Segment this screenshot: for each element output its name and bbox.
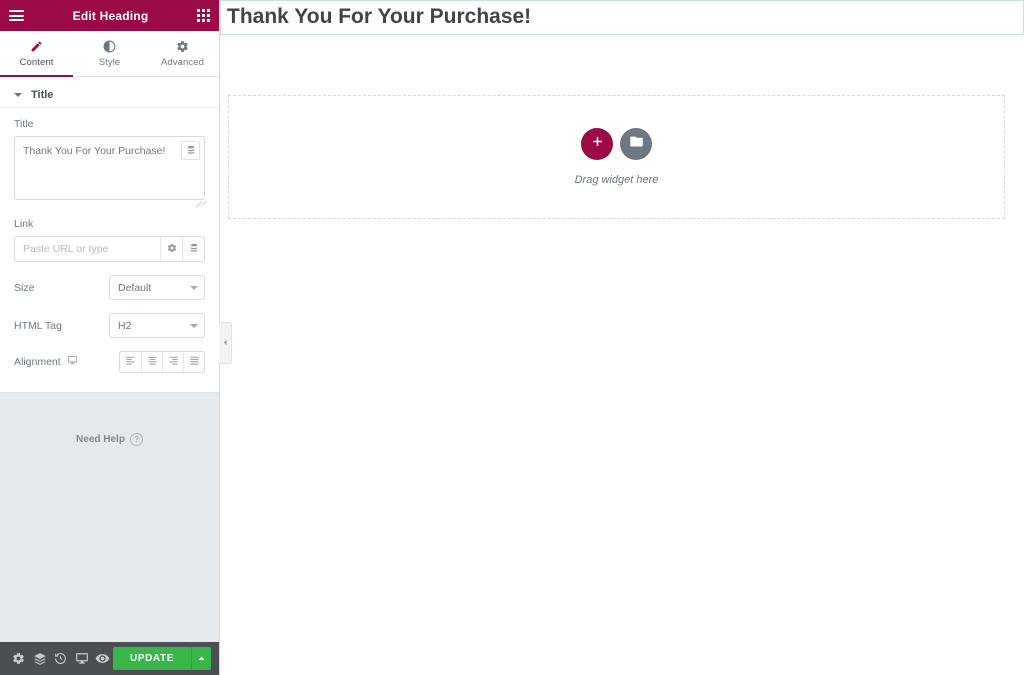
- control-title: Title Thank You For Your Purchase!: [14, 118, 205, 205]
- pencil-icon: [30, 40, 43, 54]
- alignment-label-text: Alignment: [14, 356, 61, 368]
- align-right-icon: [168, 353, 179, 371]
- controls-list: Title Thank You For Your Purchase!: [0, 108, 219, 392]
- alignment-button-group: [119, 351, 205, 373]
- add-template-button[interactable]: [620, 128, 652, 160]
- control-link: Link: [14, 218, 205, 262]
- dynamic-tags-icon: [186, 142, 196, 160]
- contrast-circle-icon: [103, 40, 116, 54]
- settings-gear-icon[interactable]: [8, 642, 29, 675]
- chevron-left-icon: [222, 334, 229, 352]
- size-select-wrap: Default: [109, 275, 205, 300]
- dynamic-tags-icon: [189, 240, 199, 258]
- title-textarea-wrap: Thank You For Your Purchase!: [14, 136, 205, 205]
- preview-eye-icon[interactable]: [92, 642, 113, 675]
- control-alignment-label: Alignment: [14, 355, 78, 369]
- panel-header: Edit Heading: [0, 0, 219, 31]
- add-section-button[interactable]: [581, 128, 613, 160]
- html-tag-select[interactable]: H2: [109, 313, 205, 338]
- control-size-label: Size: [14, 282, 34, 294]
- update-button[interactable]: UPDATE: [113, 647, 191, 670]
- need-help-label: Need Help: [76, 434, 125, 445]
- editor-panel: Edit Heading Content: [0, 0, 220, 675]
- tab-style-label: Style: [99, 57, 121, 68]
- control-title-label: Title: [14, 118, 205, 130]
- folder-template-icon: [629, 134, 644, 154]
- desktop-icon[interactable]: [67, 355, 78, 369]
- widget-drop-zone[interactable]: Drag widget here: [228, 95, 1005, 219]
- panel-empty-area: Need Help ?: [0, 393, 219, 642]
- gear-icon: [167, 240, 177, 258]
- align-left-icon: [125, 353, 136, 371]
- panel-tabs: Content Style Advanced: [0, 31, 219, 77]
- panel-collapse-button[interactable]: [219, 322, 232, 364]
- page-heading: Thank You For Your Purchase!: [227, 4, 1017, 29]
- history-revisions-icon[interactable]: [50, 642, 71, 675]
- editor-canvas: Thank You For Your Purchase!: [220, 0, 1024, 675]
- link-options-button[interactable]: [160, 237, 182, 261]
- align-left-button[interactable]: [120, 352, 141, 372]
- tab-advanced-label: Advanced: [161, 57, 204, 68]
- control-link-label: Link: [14, 218, 205, 230]
- widgets-grid-icon[interactable]: [197, 9, 210, 22]
- drop-zone-buttons: [581, 128, 652, 160]
- drop-zone-label: Drag widget here: [575, 174, 659, 186]
- link-input-row: [14, 236, 205, 262]
- heading-widget[interactable]: Thank You For Your Purchase!: [220, 0, 1024, 35]
- align-justify-icon: [189, 353, 200, 371]
- control-alignment: Alignment: [14, 351, 205, 373]
- chevron-up-icon: [197, 650, 206, 668]
- tab-style[interactable]: Style: [73, 31, 146, 76]
- align-center-button[interactable]: [141, 352, 162, 372]
- control-html-tag: HTML Tag H2: [14, 313, 205, 338]
- link-dynamic-tags-button[interactable]: [182, 237, 204, 261]
- section-title-label: Title: [31, 89, 53, 101]
- chevron-down-icon: [14, 93, 22, 97]
- plus-icon: [591, 135, 604, 153]
- navigator-layers-icon[interactable]: [29, 642, 50, 675]
- panel-content-area: Title Title Thank You For Your Purchase!: [0, 77, 219, 393]
- link-input[interactable]: [15, 237, 160, 261]
- tab-content-label: Content: [20, 57, 54, 68]
- size-select[interactable]: Default: [109, 275, 205, 300]
- control-size: Size Default: [14, 275, 205, 300]
- gear-icon: [176, 40, 189, 54]
- question-mark-circle-icon: ?: [130, 433, 143, 446]
- title-input[interactable]: Thank You For Your Purchase!: [14, 136, 205, 200]
- hamburger-menu-icon[interactable]: [9, 10, 24, 21]
- update-button-group: UPDATE: [113, 647, 211, 670]
- section-title-header[interactable]: Title: [0, 83, 219, 108]
- align-center-icon: [147, 353, 158, 371]
- panel-footer: UPDATE: [0, 642, 219, 675]
- need-help-link[interactable]: Need Help ?: [0, 433, 219, 446]
- responsive-monitor-icon[interactable]: [71, 642, 92, 675]
- align-right-button[interactable]: [162, 352, 183, 372]
- panel-title: Edit Heading: [24, 9, 197, 23]
- tab-content[interactable]: Content: [0, 31, 73, 76]
- elementor-editor: Edit Heading Content: [0, 0, 1024, 675]
- update-options-button[interactable]: [191, 647, 211, 670]
- title-dynamic-tags-button[interactable]: [181, 141, 200, 160]
- align-justify-button[interactable]: [183, 352, 204, 372]
- control-html-tag-label: HTML Tag: [14, 320, 62, 332]
- html-tag-select-wrap: H2: [109, 313, 205, 338]
- tab-advanced[interactable]: Advanced: [146, 31, 219, 76]
